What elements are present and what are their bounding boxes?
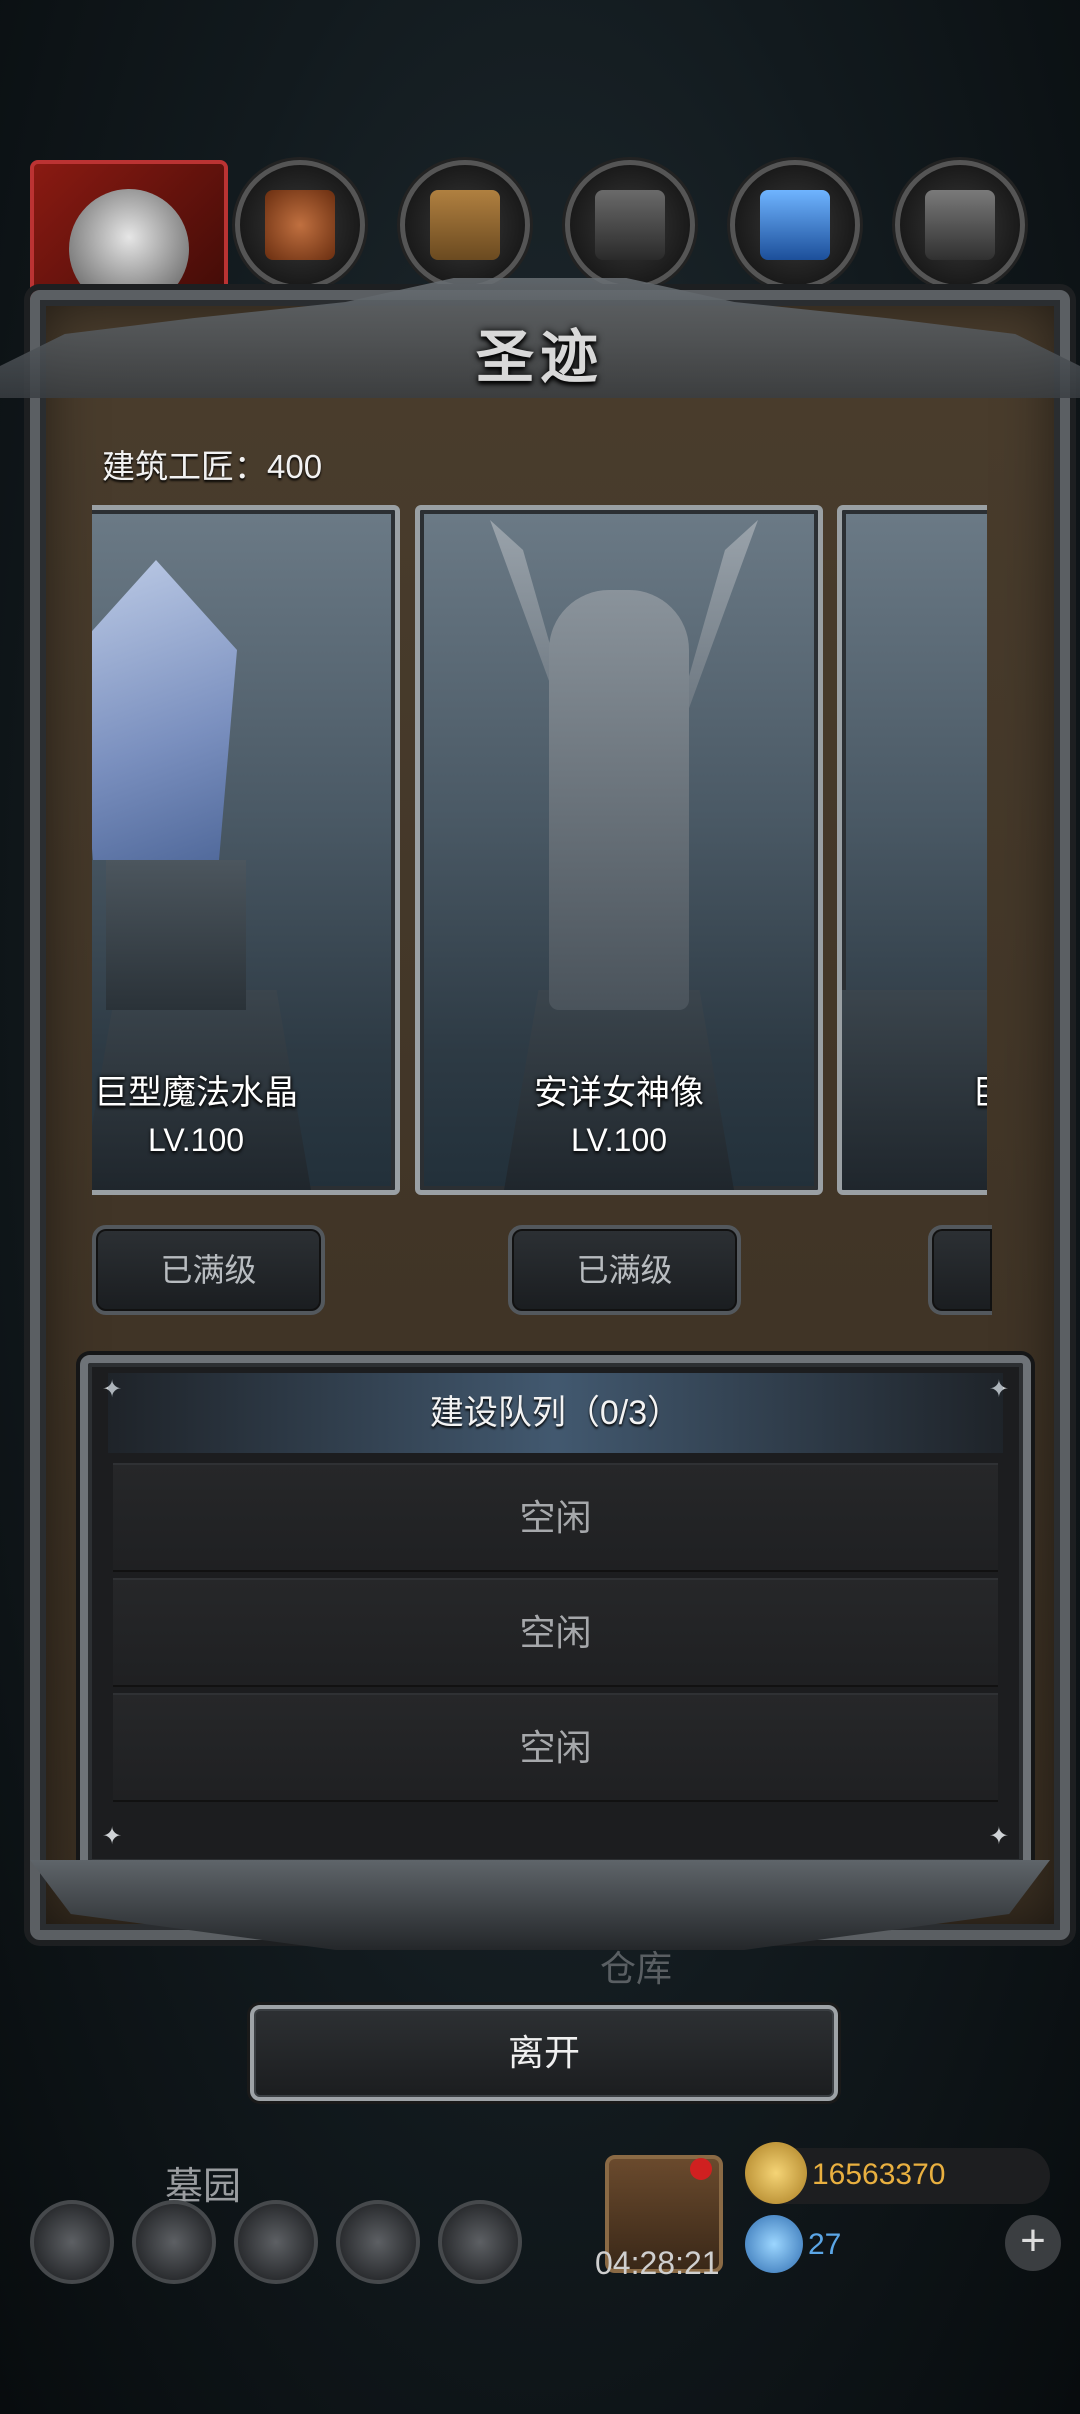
build-queue-title: 建设队列（0/3） (108, 1373, 1003, 1453)
building-name: 巨 (842, 1065, 987, 1114)
queue-slot[interactable]: 空闲 (113, 1693, 998, 1802)
queue-slot[interactable]: 空闲 (113, 1463, 998, 1572)
sparkle-icon: ✦ (988, 1823, 1009, 1850)
gold-amount: 16563370 (812, 2158, 946, 2191)
skill-icon[interactable] (438, 2200, 522, 2284)
building-carousel[interactable]: 巨型魔法水晶 LV.100 安详女神像 LV.100 巨 (92, 505, 987, 1195)
settings-icon[interactable] (30, 2200, 114, 2284)
magic-crystal-image (92, 560, 237, 860)
panel-title: 圣迹 (475, 323, 604, 391)
build-queue: ✦ ✦ ✦ ✦ 建设队列（0/3） 空闲 空闲 空闲 (80, 1355, 1031, 1871)
gem-icon (745, 2215, 803, 2273)
building-name: 巨型魔法水晶 (94, 1074, 298, 1112)
shop-icon[interactable] (234, 2200, 318, 2284)
leave-button[interactable]: 离开 (250, 2005, 838, 2101)
building-card-goddess-statue[interactable]: 安详女神像 LV.100 (415, 505, 823, 1195)
building-card-partial[interactable]: 巨 (837, 505, 987, 1195)
add-gems-button[interactable]: + (1005, 2215, 1061, 2271)
warehouse-label: 仓库 (600, 1948, 673, 1989)
building-level: LV.100 (570, 1122, 668, 1158)
notification-dot (690, 2158, 712, 2180)
maxed-button[interactable]: 已满级 (508, 1225, 741, 1315)
building-name: 安详女神像 (534, 1074, 704, 1112)
gem-amount: 27 (808, 2228, 842, 2261)
stone-icon[interactable] (565, 160, 695, 290)
food-icon[interactable] (235, 160, 365, 290)
crystal-icon[interactable] (730, 160, 860, 290)
goddess-statue-image (549, 590, 689, 1010)
building-level: LV.100 (147, 1122, 245, 1158)
building-card-magic-crystal[interactable]: 巨型魔法水晶 LV.100 (92, 505, 400, 1195)
achievement-icon[interactable] (132, 2200, 216, 2284)
gift-timer: 04:28:21 (595, 2245, 720, 2281)
mail-icon[interactable] (336, 2200, 420, 2284)
gold-icon (745, 2142, 807, 2204)
wood-icon[interactable] (400, 160, 530, 290)
iron-icon[interactable] (895, 160, 1025, 290)
builders-count: 建筑工匠：400 (102, 448, 323, 485)
maxed-button-partial[interactable] (928, 1225, 992, 1315)
maxed-button[interactable]: 已满级 (92, 1225, 325, 1315)
queue-slot[interactable]: 空闲 (113, 1578, 998, 1687)
sparkle-icon: ✦ (102, 1823, 123, 1850)
